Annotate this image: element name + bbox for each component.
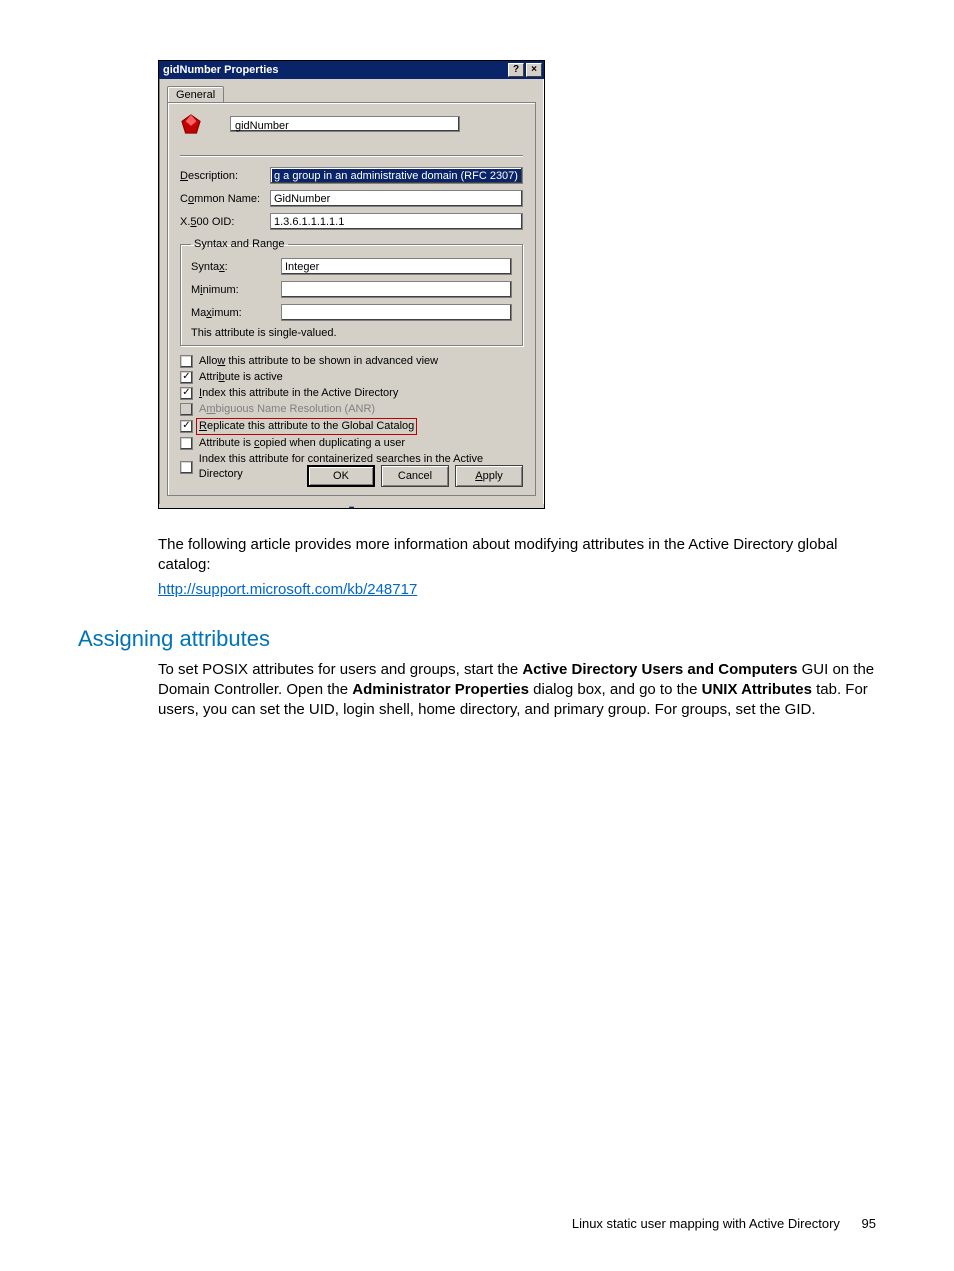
chk-index-ad[interactable]: Index this attribute in the Active Direc… xyxy=(180,386,523,401)
minimum-label: Minimum: xyxy=(191,284,281,296)
checkbox-icon[interactable] xyxy=(180,461,193,474)
common-name-label: Common Name: xyxy=(180,193,270,205)
maximum-label: Maximum: xyxy=(191,307,281,319)
properties-dialog: gidNumber Properties ? × General gidNumb… xyxy=(158,60,545,509)
attribute-name-field[interactable]: gidNumber xyxy=(230,116,460,132)
apply-button[interactable]: Apply xyxy=(455,465,523,487)
chk-attribute-active[interactable]: Attribute is active xyxy=(180,370,523,385)
attribute-icon xyxy=(180,113,202,135)
window-title: gidNumber Properties xyxy=(163,61,506,79)
titlebar[interactable]: gidNumber Properties ? × xyxy=(159,61,544,79)
checkbox-icon[interactable] xyxy=(180,420,193,433)
chk-allow-advanced[interactable]: Allow this attribute to be shown in adva… xyxy=(180,354,523,369)
checkbox-list: Allow this attribute to be shown in adva… xyxy=(180,354,523,482)
paragraph-gc-info: The following article provides more info… xyxy=(158,535,876,576)
description-label: Description: xyxy=(180,170,270,182)
page-number: 95 xyxy=(862,1216,876,1231)
cancel-button[interactable]: Cancel xyxy=(381,465,449,487)
help-button[interactable]: ? xyxy=(508,63,524,77)
page-footer: Linux static user mapping with Active Di… xyxy=(572,1216,876,1231)
checkbox-icon[interactable] xyxy=(180,355,193,368)
single-valued-note: This attribute is single-valued. xyxy=(191,327,512,339)
group-legend: Syntax and Range xyxy=(191,238,288,250)
minimum-input[interactable] xyxy=(281,281,512,298)
resize-grip[interactable]: ▂ xyxy=(159,504,544,508)
close-button[interactable]: × xyxy=(526,63,542,77)
chk-anr: Ambiguous Name Resolution (ANR) xyxy=(180,402,523,417)
chk-replicate-gc[interactable]: Replicate this attribute to the Global C… xyxy=(180,418,523,435)
tab-panel: gidNumber Description: g a group in an a… xyxy=(167,102,536,496)
checkbox-icon[interactable] xyxy=(180,371,193,384)
maximum-input[interactable] xyxy=(281,304,512,321)
oid-label: X.500 OID: xyxy=(180,216,270,228)
oid-input[interactable]: 1.3.6.1.1.1.1.1 xyxy=(270,213,523,230)
syntax-range-group: Syntax and Range Syntax: Integer Minimum… xyxy=(180,238,523,346)
chk-copied-duplicate[interactable]: Attribute is copied when duplicating a u… xyxy=(180,436,523,451)
checkbox-icon[interactable] xyxy=(180,387,193,400)
footer-text: Linux static user mapping with Active Di… xyxy=(572,1216,840,1231)
heading-assigning-attributes: Assigning attributes xyxy=(78,626,876,652)
tab-general[interactable]: General xyxy=(167,86,224,103)
paragraph-posix: To set POSIX attributes for users and gr… xyxy=(158,660,876,721)
syntax-label: Syntax: xyxy=(191,261,281,273)
common-name-input[interactable]: GidNumber xyxy=(270,190,523,207)
syntax-input[interactable]: Integer xyxy=(281,258,512,275)
ok-button[interactable]: OK xyxy=(307,465,375,487)
checkbox-icon[interactable] xyxy=(180,437,193,450)
checkbox-icon xyxy=(180,403,193,416)
kb-link[interactable]: http://support.microsoft.com/kb/248717 xyxy=(158,581,417,598)
description-input[interactable]: g a group in an administrative domain (R… xyxy=(270,167,523,184)
